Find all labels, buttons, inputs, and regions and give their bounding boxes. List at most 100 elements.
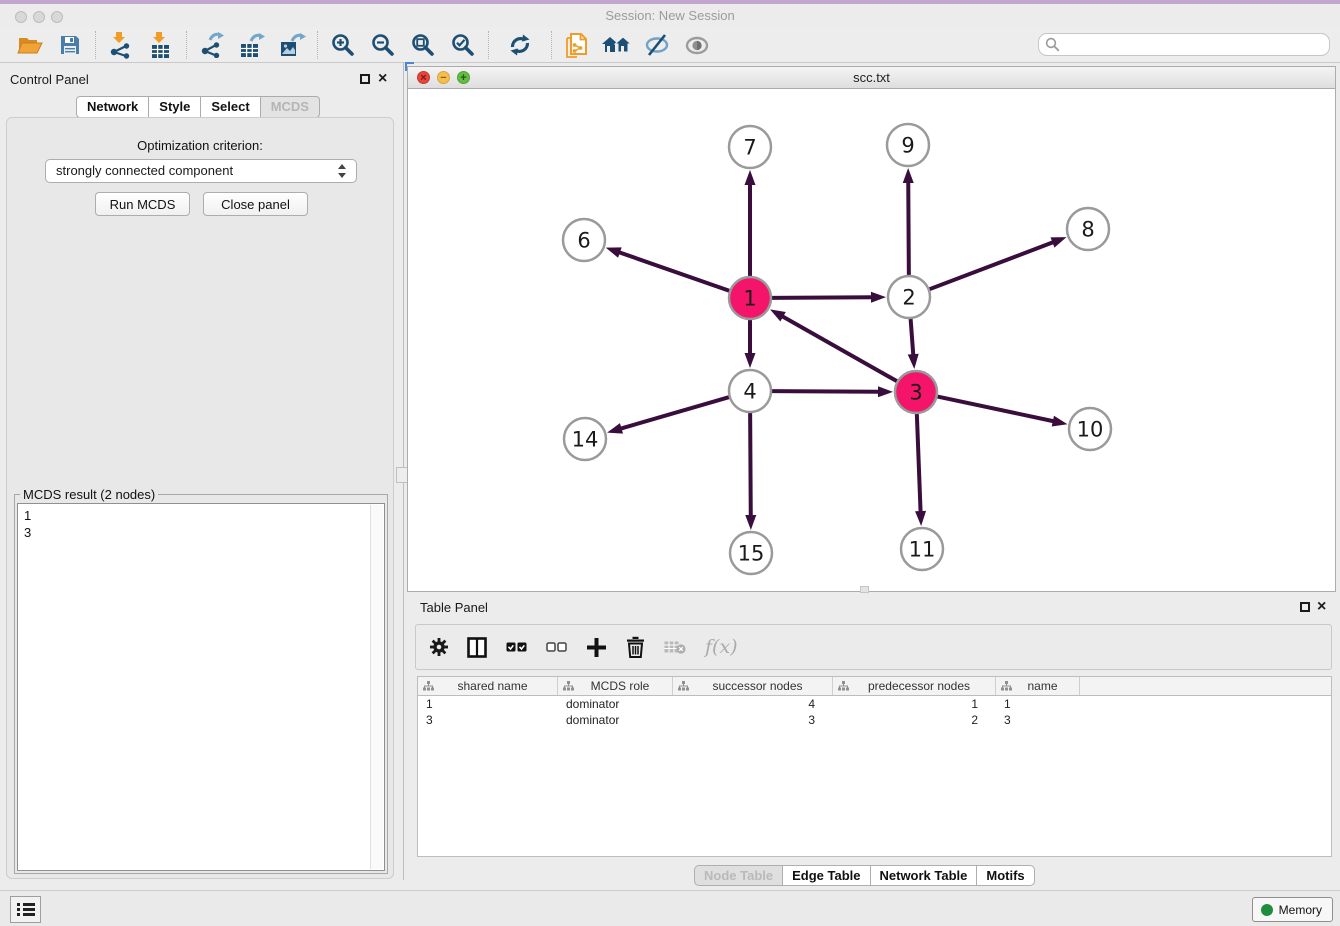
delete-column-trash-icon[interactable] <box>626 630 645 664</box>
table-tab-network-table[interactable]: Network Table <box>870 865 978 886</box>
import-network-icon[interactable] <box>101 30 141 60</box>
graph-node-label-14: 14 <box>572 427 599 451</box>
zoom-selected-icon[interactable] <box>443 30 483 60</box>
table-tab-edge-table[interactable]: Edge Table <box>782 865 870 886</box>
control-panel-float-icon[interactable] <box>360 74 370 84</box>
mcds-result-line: 3 <box>24 524 384 541</box>
import-table-icon[interactable] <box>141 30 181 60</box>
cell-predecessor-nodes: 1 <box>833 696 996 712</box>
graph-edge-4-14[interactable] <box>620 397 729 429</box>
graph-arrowhead <box>878 386 893 397</box>
graph-edge-3-10[interactable] <box>938 397 1055 422</box>
network-file-icon[interactable] <box>557 30 597 60</box>
mcds-panel: Optimization criterion: strongly connect… <box>6 117 394 879</box>
graph-edge-2-8[interactable] <box>930 242 1055 289</box>
network-window: scc.txt 7968124314101511 <box>407 66 1336 592</box>
search-box <box>1038 33 1330 56</box>
mcds-result-title: MCDS result (2 nodes) <box>20 487 158 502</box>
table-row[interactable]: 3dominator323 <box>418 712 1331 728</box>
toolbar-separator <box>488 31 489 59</box>
graph-arrowhead <box>606 247 622 257</box>
memory-label: Memory <box>1279 903 1322 917</box>
cell-successor-nodes: 3 <box>673 712 833 728</box>
cell-predecessor-nodes: 2 <box>833 712 996 728</box>
show-selected-icon[interactable] <box>677 30 717 60</box>
horizontal-splitter-handle[interactable] <box>860 586 869 593</box>
export-network-icon[interactable] <box>192 30 232 60</box>
graph-edge-4-15[interactable] <box>750 413 751 517</box>
graph-node-label-10: 10 <box>1077 417 1104 441</box>
tab-style[interactable]: Style <box>148 96 201 118</box>
toolbar-separator <box>186 31 187 59</box>
cell-successor-nodes: 4 <box>673 696 833 712</box>
run-mcds-button[interactable]: Run MCDS <box>95 192 190 216</box>
table-settings-gear-icon[interactable] <box>430 630 448 664</box>
column-header-MCDS-role[interactable]: MCDS role <box>558 677 673 695</box>
mcds-result-textarea[interactable]: 13 <box>17 503 385 871</box>
tab-mcds[interactable]: MCDS <box>260 96 320 118</box>
export-table-icon[interactable] <box>232 30 272 60</box>
criterion-dropdown[interactable]: strongly connected component <box>45 159 357 183</box>
network-window-title: scc.txt <box>408 67 1335 88</box>
graph-edge-2-3[interactable] <box>911 319 914 356</box>
tab-select[interactable]: Select <box>200 96 260 118</box>
graph-edge-3-1[interactable] <box>781 316 897 381</box>
toolbar-separator <box>95 31 96 59</box>
delete-table-icon[interactable] <box>664 630 686 664</box>
task-history-button[interactable] <box>10 896 41 923</box>
zoom-out-icon[interactable] <box>363 30 403 60</box>
column-header-predecessor-nodes[interactable]: predecessor nodes <box>833 677 996 695</box>
graph-arrowhead <box>745 170 756 185</box>
cell-name: 3 <box>996 712 1080 728</box>
graph-edge-2-9[interactable] <box>908 181 909 275</box>
column-header-successor-nodes[interactable]: successor nodes <box>673 677 833 695</box>
cell-name: 1 <box>996 696 1080 712</box>
control-panel-close-icon[interactable]: × <box>378 73 387 85</box>
close-panel-button[interactable]: Close panel <box>203 192 308 216</box>
search-input[interactable] <box>1038 33 1330 56</box>
hide-selected-icon[interactable] <box>637 30 677 60</box>
table-panel-title: Table Panel <box>420 600 488 615</box>
result-scrollbar[interactable] <box>370 505 383 869</box>
graph-edge-4-3[interactable] <box>772 391 880 392</box>
table-body: 1dominator4113dominator323 <box>418 696 1331 728</box>
memory-button[interactable]: Memory <box>1252 897 1333 922</box>
column-header-shared-name[interactable]: shared name <box>418 677 558 695</box>
tab-network[interactable]: Network <box>76 96 149 118</box>
network-canvas[interactable]: 7968124314101511 <box>408 89 1335 591</box>
graph-edge-3-11[interactable] <box>917 414 921 513</box>
export-image-icon[interactable] <box>272 30 312 60</box>
zoom-in-icon[interactable] <box>323 30 363 60</box>
table-header-row: shared nameMCDS rolesuccessor nodesprede… <box>418 677 1331 696</box>
open-file-icon[interactable] <box>10 30 50 60</box>
table-panel-close-icon[interactable]: × <box>1317 601 1326 613</box>
graph-edge-1-2[interactable] <box>772 297 873 298</box>
add-column-icon[interactable] <box>586 630 607 664</box>
zoom-fit-icon[interactable] <box>403 30 443 60</box>
network-graph[interactable]: 7968124314101511 <box>408 89 1335 591</box>
table-panel-float-icon[interactable] <box>1300 602 1310 612</box>
graph-node-label-4: 4 <box>743 379 756 403</box>
graph-node-label-9: 9 <box>901 133 914 157</box>
show-columns-icon[interactable] <box>467 630 487 664</box>
toolbar-separator <box>317 31 318 59</box>
select-all-icon[interactable] <box>506 630 527 664</box>
table-tab-node-table[interactable]: Node Table <box>694 865 783 886</box>
deselect-all-icon[interactable] <box>546 630 567 664</box>
home-icon[interactable] <box>597 30 637 60</box>
table-tab-motifs[interactable]: Motifs <box>976 865 1034 886</box>
function-builder-icon[interactable]: f(x) <box>705 630 738 664</box>
mcds-result-line: 1 <box>24 507 384 524</box>
graph-node-label-8: 8 <box>1081 217 1094 241</box>
table-row[interactable]: 1dominator411 <box>418 696 1331 712</box>
column-header-name[interactable]: name <box>996 677 1080 695</box>
control-panel-tabs: NetworkStyleSelectMCDS <box>77 96 320 118</box>
save-session-icon[interactable] <box>50 30 90 60</box>
network-window-titlebar[interactable]: scc.txt <box>408 67 1335 89</box>
graph-arrowhead <box>871 292 886 303</box>
graph-edge-1-6[interactable] <box>618 252 729 291</box>
memory-status-icon <box>1261 904 1273 916</box>
graph-node-label-6: 6 <box>577 228 590 252</box>
graph-node-label-1: 1 <box>743 286 756 310</box>
apply-layout-icon[interactable] <box>500 30 540 60</box>
